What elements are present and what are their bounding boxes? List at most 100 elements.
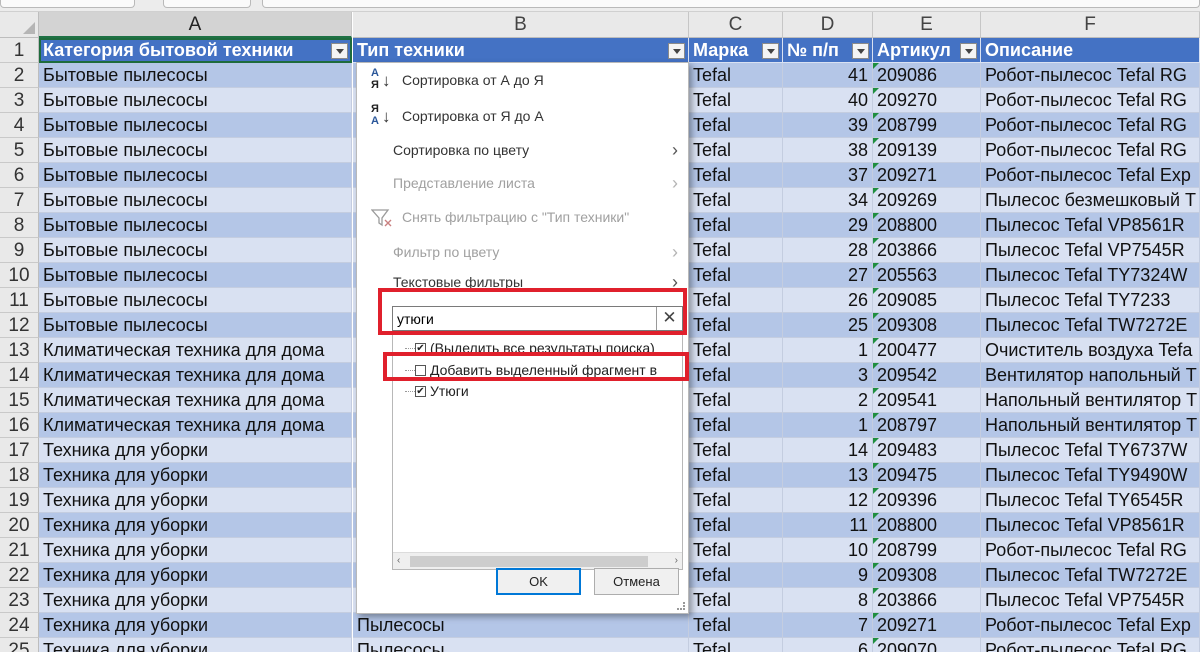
table-cell[interactable]: Tefal (689, 113, 783, 138)
table-cell[interactable]: Климатическая техника для дома (39, 363, 352, 388)
table-cell[interactable]: Робот-пылесос Tefal RG (981, 138, 1200, 163)
column-header-f[interactable]: F (981, 12, 1200, 38)
formula-controls[interactable] (163, 0, 251, 8)
table-cell[interactable]: 209270 (873, 88, 981, 113)
table-header-cell[interactable]: Описание (981, 38, 1200, 63)
sort-descending-item[interactable]: Я А ↓ Сортировка от Я до А (357, 101, 688, 131)
row-header[interactable]: 25 (0, 638, 39, 652)
table-cell[interactable]: 209541 (873, 388, 981, 413)
row-header[interactable]: 15 (0, 388, 39, 413)
table-cell[interactable]: Бытовые пылесосы (39, 238, 352, 263)
ok-button[interactable]: OK (496, 568, 581, 595)
table-cell[interactable]: Tefal (689, 138, 783, 163)
checkbox-checked[interactable]: ✔ (415, 386, 426, 397)
table-cell[interactable]: 209085 (873, 288, 981, 313)
table-cell[interactable]: Пылесос Tefal TY9490W (981, 463, 1200, 488)
column-header-d[interactable]: D (783, 12, 873, 38)
column-header-c[interactable]: C (689, 12, 783, 38)
table-cell[interactable]: Бытовые пылесосы (39, 138, 352, 163)
table-header-cell[interactable]: № п/п (783, 38, 873, 63)
scroll-right-icon[interactable]: › (675, 555, 678, 566)
table-cell[interactable]: Техника для уборки (39, 613, 352, 638)
row-header[interactable]: 2 (0, 63, 39, 88)
table-cell[interactable]: Пылесос Tefal TW7272E (981, 313, 1200, 338)
row-header[interactable]: 9 (0, 238, 39, 263)
table-cell[interactable]: 37 (783, 163, 873, 188)
table-cell[interactable]: Пылесосы (353, 613, 689, 638)
table-cell[interactable]: 208799 (873, 538, 981, 563)
table-cell[interactable]: Техника для уборки (39, 513, 352, 538)
table-cell[interactable]: Бытовые пылесосы (39, 288, 352, 313)
table-cell[interactable]: Tefal (689, 563, 783, 588)
table-cell[interactable]: Климатическая техника для дома (39, 338, 352, 363)
table-cell[interactable]: Очиститель воздуха Tefa (981, 338, 1200, 363)
table-cell[interactable]: Техника для уборки (39, 488, 352, 513)
table-cell[interactable]: Пылесос Tefal VP8561R (981, 213, 1200, 238)
table-cell[interactable]: Tefal (689, 63, 783, 88)
table-cell[interactable]: 39 (783, 113, 873, 138)
table-cell[interactable]: Пылесос Tefal VP8561R (981, 513, 1200, 538)
table-cell[interactable]: Пылесос Tefal VP7545R (981, 238, 1200, 263)
table-cell[interactable]: Пылесос Tefal TY7324W (981, 263, 1200, 288)
table-cell[interactable]: Tefal (689, 288, 783, 313)
table-cell[interactable]: 26 (783, 288, 873, 313)
select-all-corner[interactable] (0, 12, 39, 38)
table-cell[interactable]: Tefal (689, 363, 783, 388)
table-cell[interactable]: Техника для уборки (39, 438, 352, 463)
table-cell[interactable]: Климатическая техника для дома (39, 413, 352, 438)
filter-dropdown-button[interactable] (331, 43, 348, 59)
name-box[interactable] (0, 0, 135, 8)
table-cell[interactable]: Бытовые пылесосы (39, 63, 352, 88)
table-cell[interactable]: Tefal (689, 263, 783, 288)
table-cell[interactable]: 209308 (873, 313, 981, 338)
table-cell[interactable]: Tefal (689, 338, 783, 363)
table-cell[interactable]: 209483 (873, 438, 981, 463)
table-cell[interactable]: Робот-пылесос Tefal RG (981, 113, 1200, 138)
table-cell[interactable]: Tefal (689, 588, 783, 613)
table-cell[interactable]: Пылесос Tefal TY7233 (981, 288, 1200, 313)
column-header-a[interactable]: A (39, 12, 352, 38)
table-header-cell[interactable]: Артикул (873, 38, 981, 63)
table-cell[interactable]: 29 (783, 213, 873, 238)
table-cell[interactable]: 208800 (873, 213, 981, 238)
row-header[interactable]: 5 (0, 138, 39, 163)
table-cell[interactable]: 208799 (873, 113, 981, 138)
table-cell[interactable]: 200477 (873, 338, 981, 363)
table-cell[interactable]: 209271 (873, 613, 981, 638)
row-header[interactable]: 7 (0, 188, 39, 213)
table-cell[interactable]: Напольный вентилятор Т (981, 413, 1200, 438)
table-cell[interactable]: Tefal (689, 238, 783, 263)
table-cell[interactable]: 40 (783, 88, 873, 113)
table-cell[interactable]: 14 (783, 438, 873, 463)
table-cell[interactable]: 209271 (873, 163, 981, 188)
scroll-left-icon[interactable]: ‹ (397, 555, 400, 566)
table-cell[interactable]: 41 (783, 63, 873, 88)
table-cell[interactable]: Вентилятор напольный Т (981, 363, 1200, 388)
row-header[interactable]: 10 (0, 263, 39, 288)
table-cell[interactable]: Tefal (689, 163, 783, 188)
table-cell[interactable]: 208800 (873, 513, 981, 538)
sort-ascending-item[interactable]: А Я ↓ Сортировка от А до Я (357, 65, 688, 95)
resize-grip[interactable] (677, 602, 685, 610)
table-cell[interactable]: Техника для уборки (39, 538, 352, 563)
row-header[interactable]: 8 (0, 213, 39, 238)
table-cell[interactable]: Tefal (689, 88, 783, 113)
table-cell[interactable]: Пылесос Tefal TY6545R (981, 488, 1200, 513)
table-cell[interactable]: Робот-пылесос Tefal Exp (981, 163, 1200, 188)
table-header-cell[interactable]: Тип техники (353, 38, 689, 63)
table-cell[interactable]: 13 (783, 463, 873, 488)
table-cell[interactable]: 209475 (873, 463, 981, 488)
table-cell[interactable]: Tefal (689, 538, 783, 563)
table-cell[interactable]: 209542 (873, 363, 981, 388)
table-cell[interactable]: Бытовые пылесосы (39, 113, 352, 138)
table-cell[interactable]: Робот-пылесос Tefal RG (981, 88, 1200, 113)
table-cell[interactable]: 209269 (873, 188, 981, 213)
table-cell[interactable]: 203866 (873, 238, 981, 263)
row-header[interactable]: 17 (0, 438, 39, 463)
table-cell[interactable]: Tefal (689, 413, 783, 438)
formula-bar[interactable] (262, 0, 1200, 8)
row-header[interactable]: 16 (0, 413, 39, 438)
table-cell[interactable]: Климатическая техника для дома (39, 388, 352, 413)
table-cell[interactable]: Пылесос Tefal TW7272E (981, 563, 1200, 588)
table-cell[interactable]: 9 (783, 563, 873, 588)
